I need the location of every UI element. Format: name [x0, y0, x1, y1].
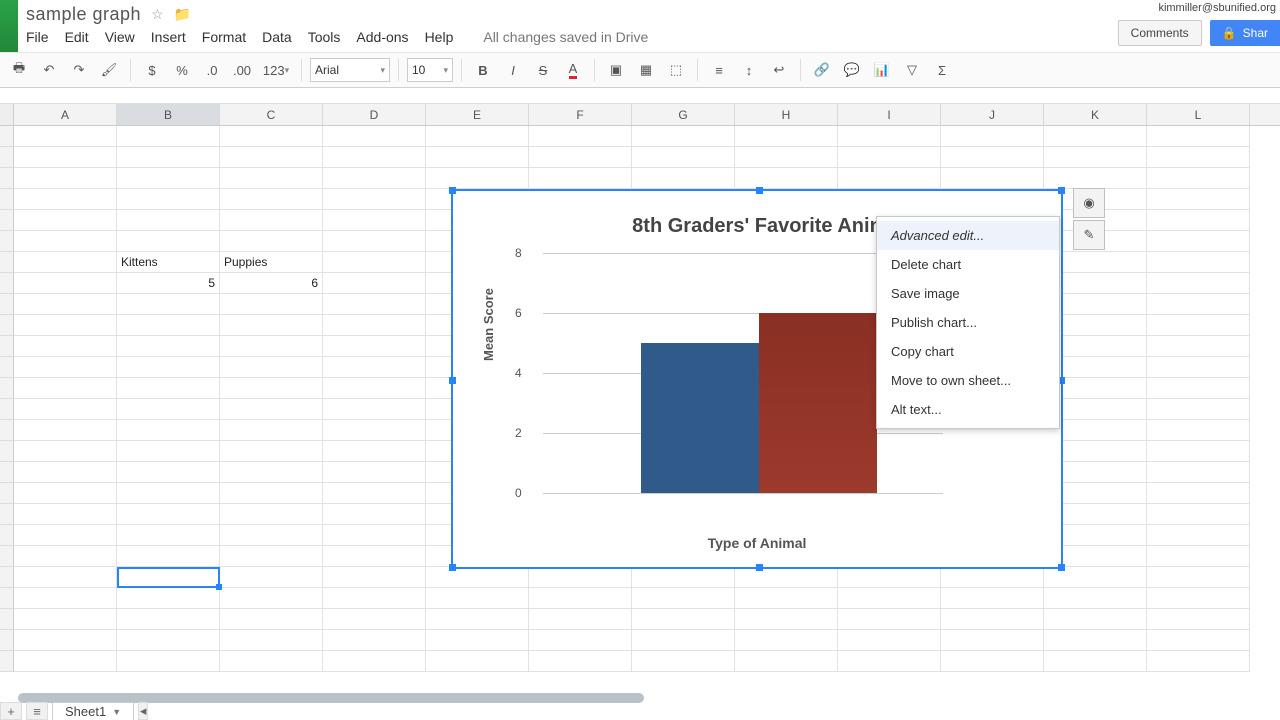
- chart-icon[interactable]: 📊: [869, 57, 895, 83]
- share-label: Shar: [1243, 26, 1268, 40]
- link-icon[interactable]: 🔗: [809, 57, 835, 83]
- menu-edit[interactable]: Edit: [65, 29, 89, 45]
- account-email[interactable]: kimmiller@sbunified.org: [1158, 2, 1276, 14]
- col-E[interactable]: E: [426, 104, 529, 125]
- fill-color-icon[interactable]: ▣: [603, 57, 629, 83]
- print-icon[interactable]: 🖶: [6, 57, 32, 83]
- star-icon[interactable]: ☆: [151, 6, 164, 23]
- resize-handle[interactable]: [449, 187, 456, 194]
- col-B[interactable]: B: [117, 104, 220, 125]
- strike-icon[interactable]: S: [530, 57, 556, 83]
- menu-help[interactable]: Help: [425, 29, 454, 45]
- dec-increase-icon[interactable]: .00: [229, 57, 255, 83]
- resize-handle[interactable]: [1058, 564, 1065, 571]
- wrap-icon[interactable]: ↩: [766, 57, 792, 83]
- halign-icon[interactable]: ≡: [706, 57, 732, 83]
- chart-ylabel: Mean Score: [481, 288, 496, 361]
- paint-format-icon[interactable]: 🖌: [96, 57, 122, 83]
- col-I[interactable]: I: [838, 104, 941, 125]
- col-G[interactable]: G: [632, 104, 735, 125]
- all-sheets-button[interactable]: ≡: [26, 702, 48, 720]
- formula-bar[interactable]: [0, 88, 1280, 104]
- menu-format[interactable]: Format: [202, 29, 246, 45]
- ctx-save-image[interactable]: Save image: [877, 279, 1059, 308]
- percent-icon[interactable]: %: [169, 57, 195, 83]
- resize-handle[interactable]: [1058, 187, 1065, 194]
- dec-decrease-icon[interactable]: .0: [199, 57, 225, 83]
- save-status: All changes saved in Drive: [483, 29, 648, 45]
- chevron-down-icon[interactable]: ▼: [112, 707, 121, 717]
- font-size-select[interactable]: 10▾: [407, 58, 453, 82]
- comments-button[interactable]: Comments: [1118, 20, 1202, 46]
- menu-tools[interactable]: Tools: [308, 29, 341, 45]
- currency-icon[interactable]: $: [139, 57, 165, 83]
- menu-data[interactable]: Data: [262, 29, 292, 45]
- col-A[interactable]: A: [14, 104, 117, 125]
- sheet-tab[interactable]: Sheet1 ▼: [52, 702, 134, 720]
- font-select[interactable]: Arial▾: [310, 58, 390, 82]
- comment-icon[interactable]: 💬: [839, 57, 865, 83]
- col-L[interactable]: L: [1147, 104, 1250, 125]
- valign-icon[interactable]: ↕: [736, 57, 762, 83]
- menubar: File Edit View Insert Format Data Tools …: [26, 29, 1280, 45]
- sheet-tab-label: Sheet1: [65, 704, 106, 719]
- select-all-corner[interactable]: [0, 104, 14, 125]
- resize-handle[interactable]: [756, 564, 763, 571]
- folder-icon[interactable]: 📁: [174, 6, 191, 23]
- text-color-icon[interactable]: A: [560, 57, 586, 83]
- lock-icon: 🔒: [1222, 26, 1237, 40]
- add-sheet-button[interactable]: +: [0, 702, 22, 720]
- col-C[interactable]: C: [220, 104, 323, 125]
- chart-bar-kittens: [641, 343, 759, 493]
- col-H[interactable]: H: [735, 104, 838, 125]
- tab-scroll[interactable]: ◂: [138, 702, 148, 720]
- resize-handle[interactable]: [449, 564, 456, 571]
- chart-context-menu: Advanced edit...Delete chartSave imagePu…: [876, 216, 1060, 429]
- col-F[interactable]: F: [529, 104, 632, 125]
- col-D[interactable]: D: [323, 104, 426, 125]
- doc-title[interactable]: sample graph: [26, 4, 141, 25]
- toolbar: 🖶 ↶ ↷ 🖌 $ % .0 .00 123▾ Arial▾ 10▾ B I S…: [0, 52, 1280, 88]
- menu-insert[interactable]: Insert: [151, 29, 186, 45]
- ctx-alt-text[interactable]: Alt text...: [877, 395, 1059, 424]
- ctx-delete-chart[interactable]: Delete chart: [877, 250, 1059, 279]
- functions-icon[interactable]: Σ: [929, 57, 955, 83]
- sheets-logo: [0, 0, 18, 52]
- menu-view[interactable]: View: [105, 29, 135, 45]
- ctx-publish-chart[interactable]: Publish chart...: [877, 308, 1059, 337]
- ctx-copy-chart[interactable]: Copy chart: [877, 337, 1059, 366]
- ctx-move-to-own-sheet[interactable]: Move to own sheet...: [877, 366, 1059, 395]
- more-formats-button[interactable]: 123▾: [259, 57, 293, 83]
- chart-view-icon[interactable]: ◉: [1073, 188, 1105, 218]
- grid[interactable]: KittensPuppies56 8th Graders' Favorite A…: [0, 126, 1280, 674]
- resize-handle[interactable]: [449, 377, 456, 384]
- chart-xlabel: Type of Animal: [453, 535, 1061, 551]
- italic-icon[interactable]: I: [500, 57, 526, 83]
- col-J[interactable]: J: [941, 104, 1044, 125]
- chart-edit-icon[interactable]: ✎: [1073, 220, 1105, 250]
- bold-icon[interactable]: B: [470, 57, 496, 83]
- borders-icon[interactable]: ▦: [633, 57, 659, 83]
- merge-icon[interactable]: ⬚: [663, 57, 689, 83]
- col-K[interactable]: K: [1044, 104, 1147, 125]
- redo-icon[interactable]: ↷: [66, 57, 92, 83]
- filter-icon[interactable]: ▽: [899, 57, 925, 83]
- share-button[interactable]: 🔒 Shar: [1210, 20, 1280, 46]
- menu-file[interactable]: File: [26, 29, 49, 45]
- resize-handle[interactable]: [756, 187, 763, 194]
- undo-icon[interactable]: ↶: [36, 57, 62, 83]
- menu-addons[interactable]: Add-ons: [356, 29, 408, 45]
- chart-bar-puppies: [759, 313, 877, 493]
- ctx-advanced-edit[interactable]: Advanced edit...: [877, 221, 1059, 250]
